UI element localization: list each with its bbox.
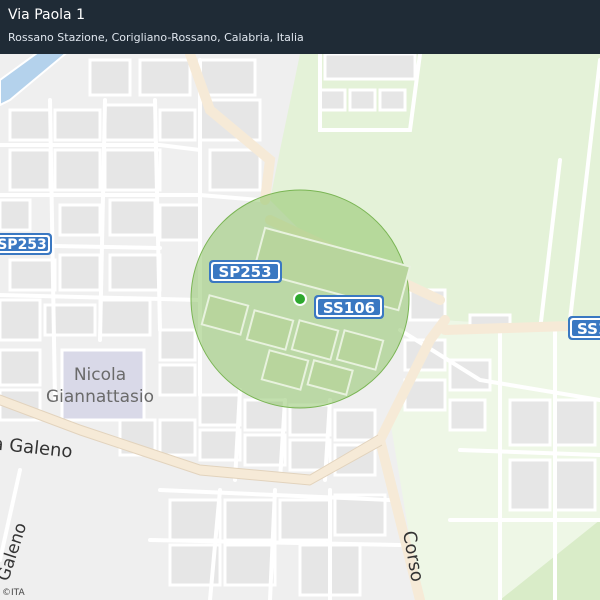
road-shield-label: SP253: [0, 237, 47, 253]
address-header: Via Paola 1 Rossano Stazione, Corigliano…: [0, 0, 600, 54]
address-subtitle: Rossano Stazione, Corigliano-Rossano, Ca…: [8, 31, 304, 44]
map-canvas[interactable]: Nicola Giannattasio a Galeno Galeno Cors…: [0, 0, 600, 600]
area-label-line1: Nicola: [74, 365, 126, 385]
address-title: Via Paola 1: [8, 7, 85, 23]
area-label-line2: Giannattasio: [46, 387, 154, 407]
road-shield-label: SS106: [323, 299, 375, 317]
road-shield-label: SS106: [577, 320, 600, 338]
map-copyright: ©ITA: [2, 588, 25, 598]
road-shield-label: SP253: [218, 263, 271, 281]
road-shield-sp253-center: SP253: [209, 260, 282, 283]
road-shield-sp253-left: SP253: [0, 233, 52, 255]
road-shield-ss106-center: SS106: [314, 295, 384, 319]
road-shield-ss106-right: SS106: [568, 316, 600, 340]
location-dot-icon[interactable]: [293, 292, 307, 306]
